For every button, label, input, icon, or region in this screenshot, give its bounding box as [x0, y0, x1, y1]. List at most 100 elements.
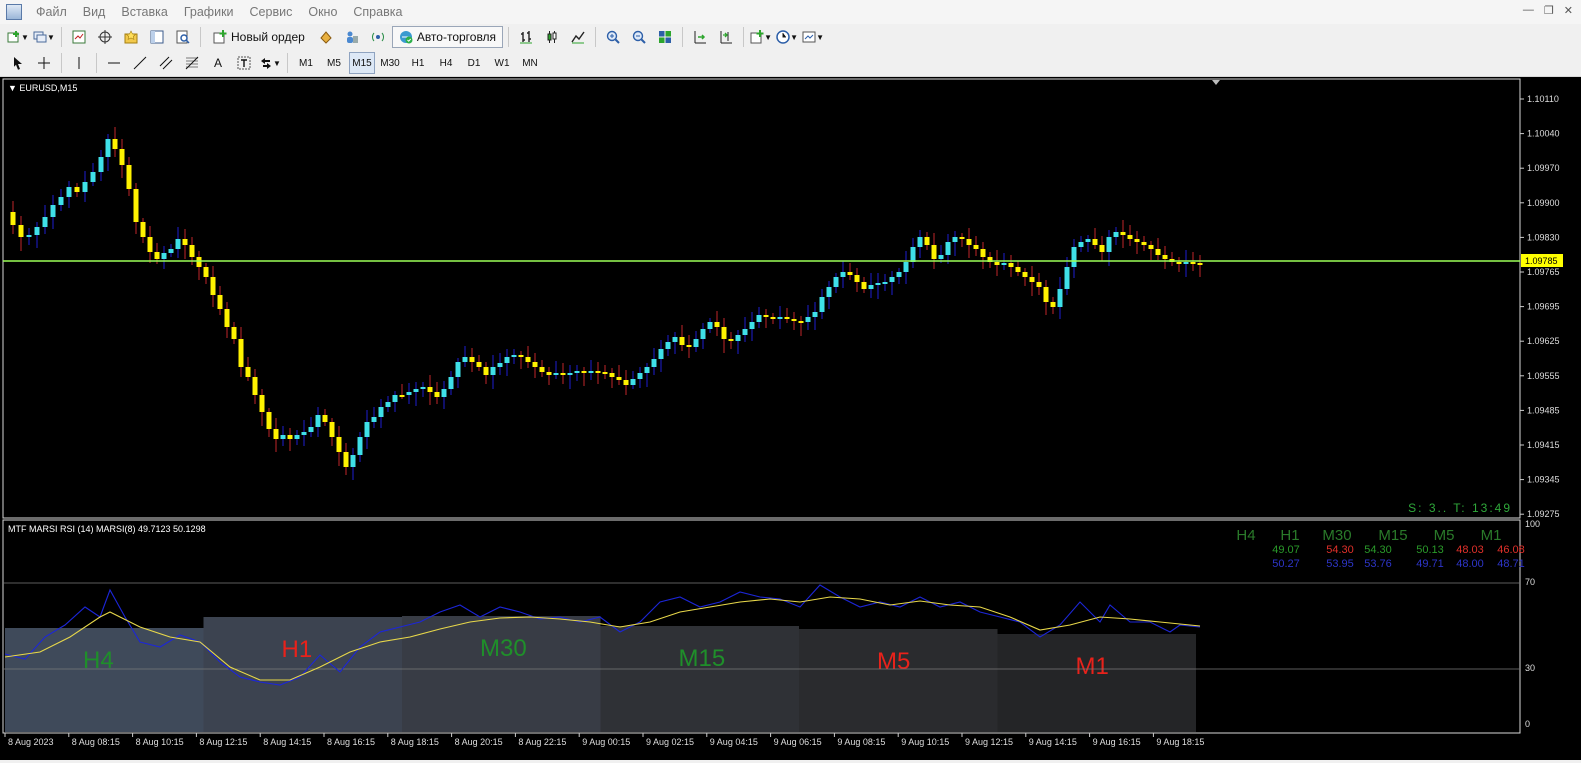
arrows-button[interactable]: ▼ — [258, 52, 282, 74]
horizontal-line-button[interactable] — [102, 52, 126, 74]
window-controls: — ❐ ✕ — [1523, 4, 1573, 17]
market-watch-button[interactable] — [67, 26, 91, 48]
candle-body — [1022, 272, 1028, 277]
time-tick-label: 9 Aug 14:15 — [1029, 737, 1077, 747]
price-panel[interactable] — [2, 78, 1521, 519]
minimize-icon[interactable]: — — [1523, 4, 1534, 17]
candle-body — [245, 367, 251, 377]
candle-body — [973, 245, 979, 249]
auto-trading-button[interactable]: Авто-торговля — [391, 26, 504, 48]
timeframe-h4-button[interactable]: H4 — [433, 52, 459, 74]
timeframe-m5-button[interactable]: M5 — [321, 52, 347, 74]
candle-body — [1015, 267, 1021, 272]
crosshair-icon — [38, 57, 50, 69]
candle-body — [770, 317, 776, 319]
zoom-in-button[interactable] — [601, 26, 625, 48]
mtf-value-row2: 48.00 — [1456, 558, 1484, 570]
candle-body — [1106, 237, 1112, 252]
terminal-button[interactable] — [145, 26, 169, 48]
new-chart-button[interactable]: ▼ — [6, 26, 30, 48]
menu-item-4[interactable]: Сервис — [242, 5, 301, 19]
text-button[interactable]: A — [206, 52, 230, 74]
restore-icon[interactable]: ❐ — [1544, 4, 1554, 17]
menu-bar: Файл Вид Вставка Графики Сервис Окно Справка —… — [0, 0, 1581, 24]
timeframe-m15-button[interactable]: M15 — [349, 52, 375, 74]
candle-body — [833, 277, 839, 287]
bar-chart-button[interactable] — [514, 26, 538, 48]
candle-body — [217, 295, 223, 309]
channel-button[interactable] — [154, 52, 178, 74]
menu-item-3[interactable]: Графики — [176, 5, 242, 19]
candle-body — [644, 367, 650, 373]
candle-body — [448, 377, 454, 389]
candle-body — [602, 372, 608, 374]
tile-windows-button[interactable] — [653, 26, 677, 48]
timeframe-mn-button[interactable]: MN — [517, 52, 543, 74]
candle-body — [497, 363, 503, 367]
mtf-zone-m30 — [402, 616, 601, 732]
trendline-button[interactable] — [128, 52, 152, 74]
indicator-tick-label: 100 — [1525, 519, 1540, 529]
auto-scroll-button[interactable] — [688, 26, 712, 48]
templates-button[interactable]: ▼ — [801, 26, 825, 48]
tester-button[interactable] — [171, 26, 195, 48]
candle-body — [1141, 242, 1147, 245]
app-icon — [6, 4, 22, 20]
chart-shift-button[interactable] — [714, 26, 738, 48]
zoom-out-button[interactable] — [627, 26, 651, 48]
profiles-button[interactable]: ▼ — [32, 26, 56, 48]
candle-body — [90, 172, 96, 182]
price-tick-label: 1.09695 — [1527, 302, 1560, 312]
candle-chart-button[interactable] — [540, 26, 564, 48]
menu-item-0[interactable]: Файл — [28, 5, 75, 19]
chart-canvas[interactable]: H4 H1 M30 M15 M5 M1 1.10110 1.10040 1.09970 1.09… — [0, 77, 1581, 760]
candle-body — [224, 309, 230, 327]
menu-item-2[interactable]: Вставка — [113, 5, 175, 19]
chart-window[interactable]: H4 H1 M30 M15 M5 M1 1.10110 1.10040 1.09970 1.09… — [0, 77, 1581, 760]
symbol-label[interactable]: ▼ EURUSD,M15 — [8, 83, 77, 93]
candle-body — [763, 315, 769, 317]
toolbar-separator — [61, 53, 62, 73]
indicator-tick-label: 70 — [1525, 577, 1535, 587]
candle-body — [994, 262, 1000, 265]
cursor-button[interactable] — [6, 52, 30, 74]
candle-body — [1057, 289, 1063, 307]
candle-body — [847, 272, 853, 275]
new-chart-icon — [7, 31, 20, 43]
radio-button[interactable] — [366, 26, 390, 48]
candle-body — [651, 359, 657, 367]
timeframe-w1-button[interactable]: W1 — [489, 52, 515, 74]
text-label-button[interactable] — [232, 52, 256, 74]
vertical-line-button[interactable] — [67, 52, 91, 74]
timeframe-h1-button[interactable]: H1 — [405, 52, 431, 74]
candle-body — [1183, 262, 1189, 264]
timeframe-m30-button[interactable]: M30 — [377, 52, 403, 74]
mtf-zones: H4 H1 M30 M15 M5 M1 — [5, 616, 1196, 732]
tile-windows-icon — [659, 31, 672, 43]
candle-body — [1036, 282, 1042, 287]
indicators-button[interactable]: ▼ — [749, 26, 773, 48]
fibonacci-button[interactable] — [180, 52, 204, 74]
menu-item-1[interactable]: Вид — [75, 5, 114, 19]
current-price-tag: 1.09785 — [1521, 254, 1563, 267]
candle-body — [203, 267, 209, 277]
crosshair-button[interactable] — [32, 52, 56, 74]
new-order-button[interactable]: Новый ордер — [206, 26, 312, 48]
favorites-button[interactable] — [119, 26, 143, 48]
price-tick-label: 1.09485 — [1527, 405, 1560, 415]
crosshair-nav-button[interactable] — [93, 26, 117, 48]
time-tick-label: 9 Aug 12:15 — [965, 737, 1013, 747]
price-tick-label: 1.09900 — [1527, 198, 1560, 208]
candle-body — [882, 282, 888, 284]
metaeditor-button[interactable] — [314, 26, 338, 48]
menu-item-5[interactable]: Окно — [300, 5, 345, 19]
candle-body — [721, 327, 727, 339]
periods-button[interactable]: ▼ — [775, 26, 799, 48]
timeframe-d1-button[interactable]: D1 — [461, 52, 487, 74]
timeframe-m1-button[interactable]: M1 — [293, 52, 319, 74]
signals-button[interactable] — [340, 26, 364, 48]
menu-item-6[interactable]: Справка — [345, 5, 410, 19]
mtf-value-row1: 50.13 — [1416, 544, 1444, 556]
close-icon[interactable]: ✕ — [1564, 4, 1573, 17]
line-chart-button[interactable] — [566, 26, 590, 48]
